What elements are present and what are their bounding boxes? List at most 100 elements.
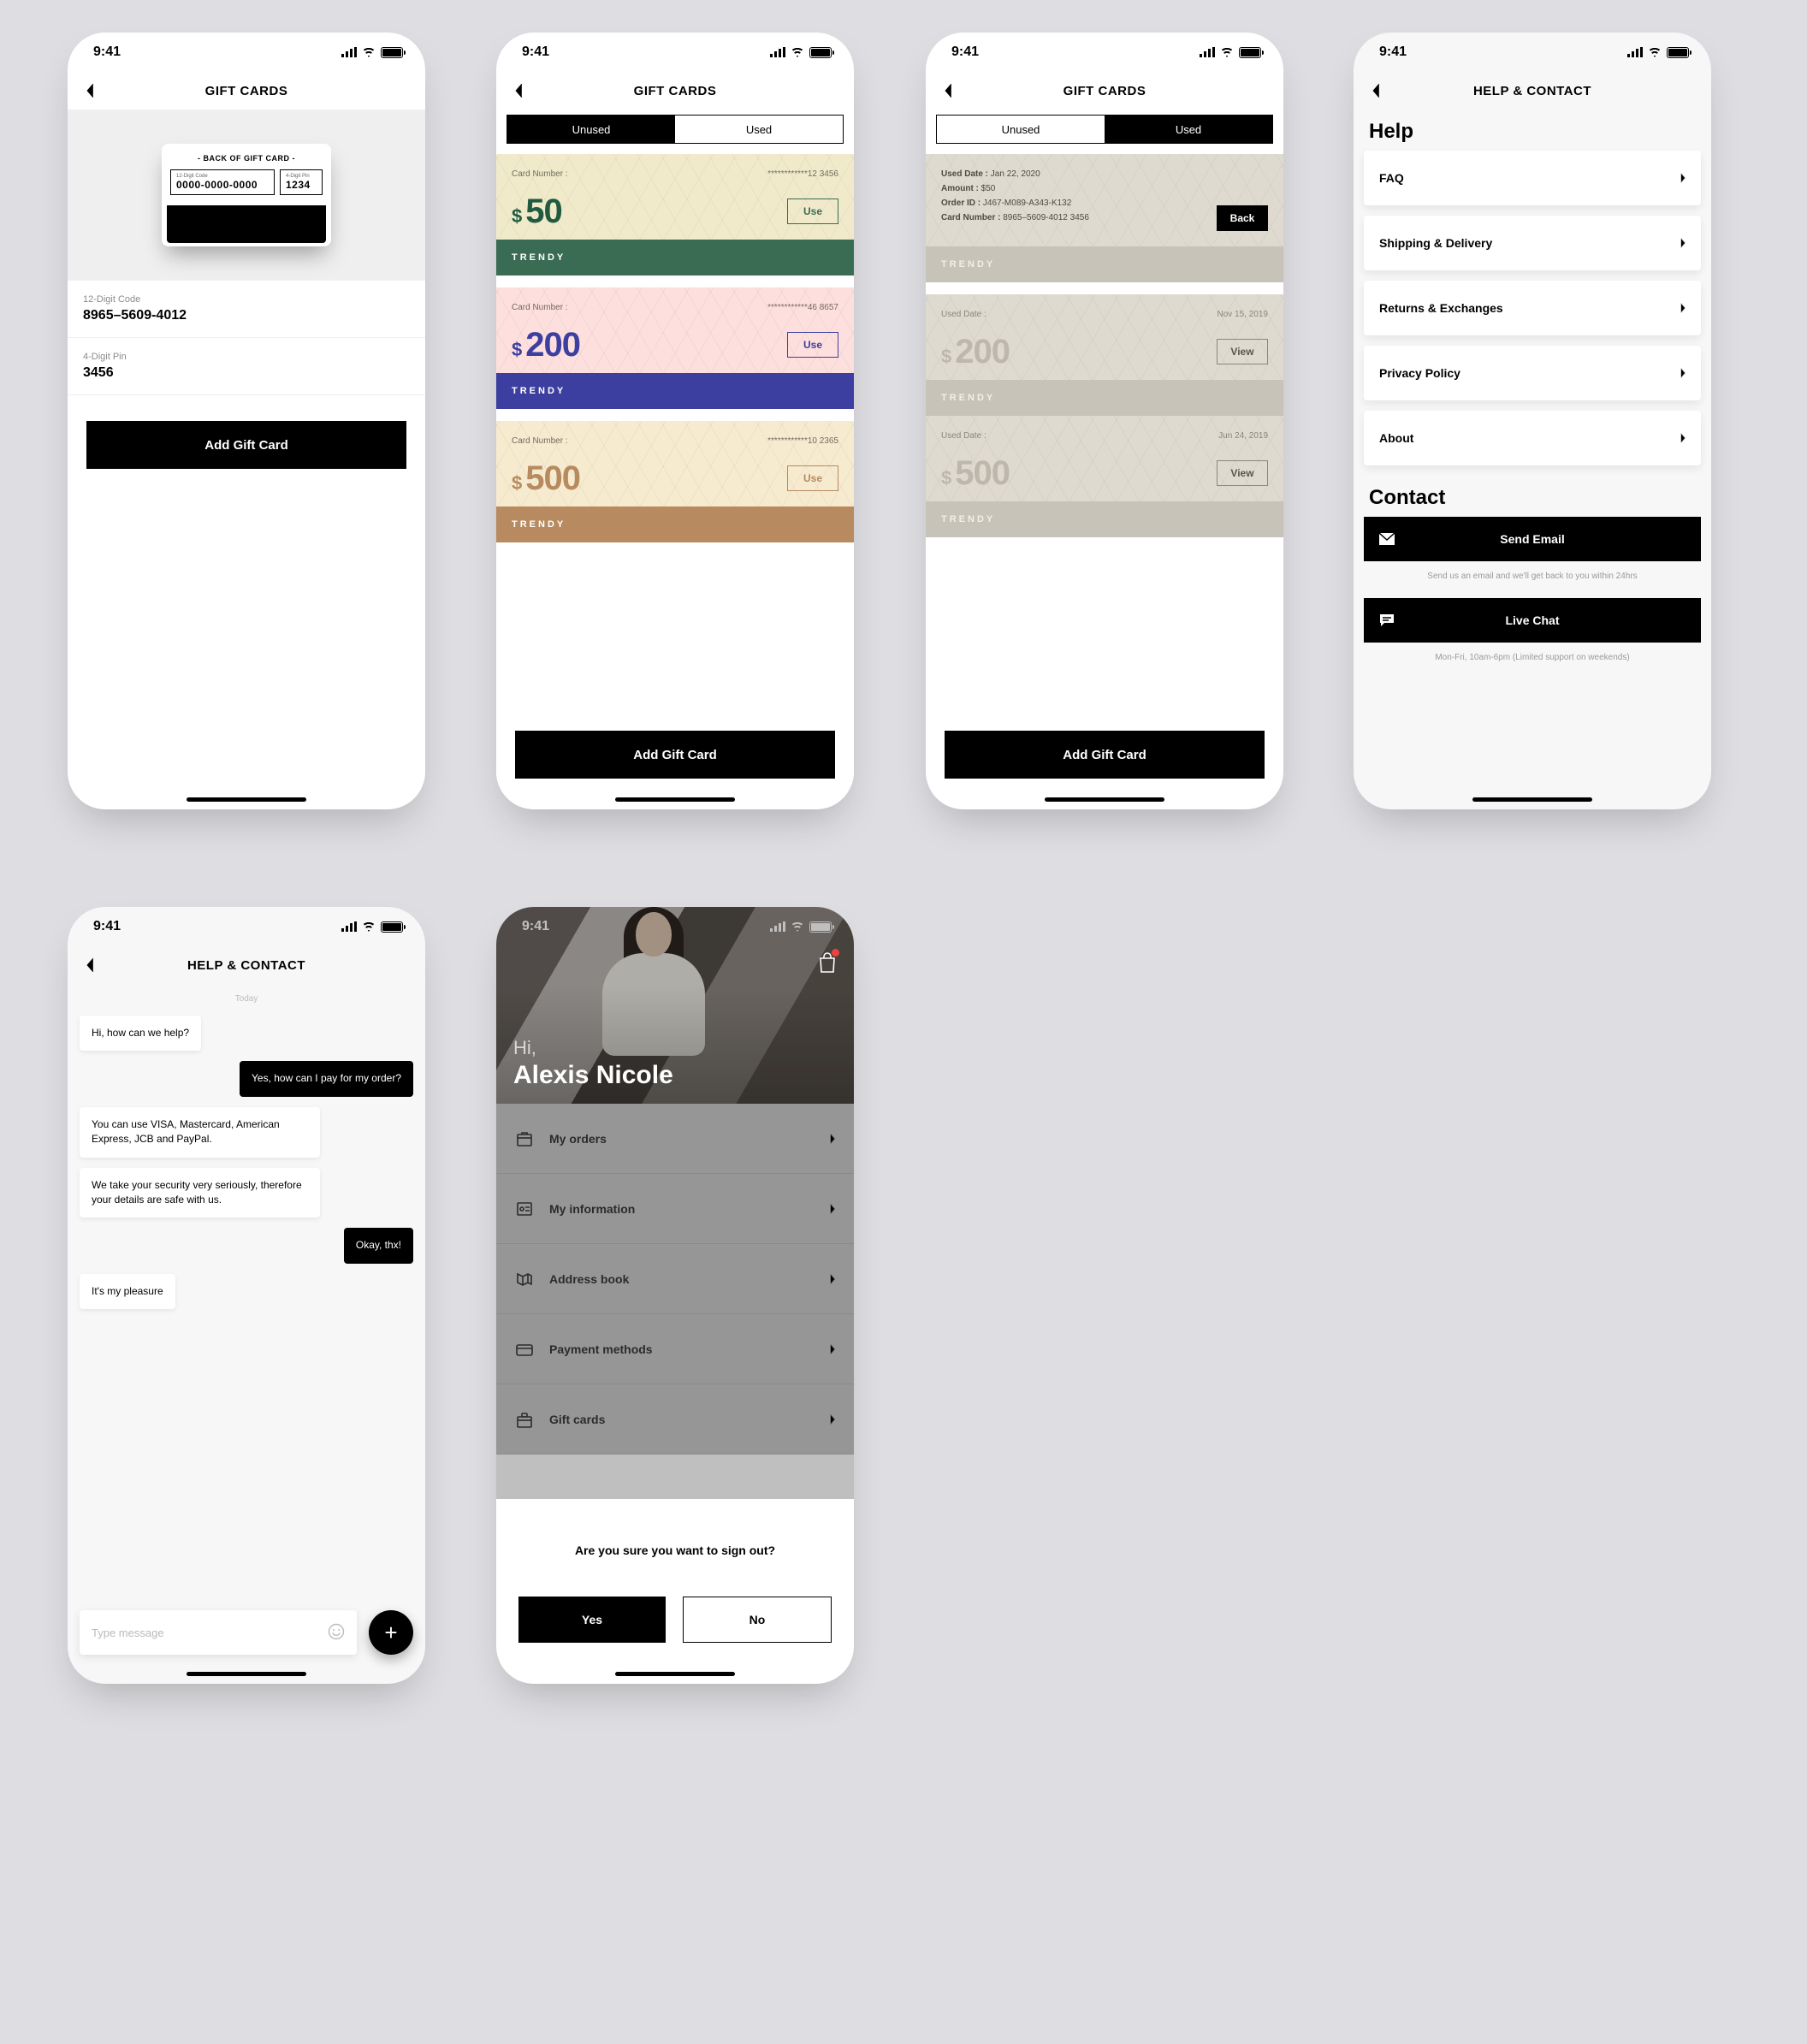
status-bar: 9:41: [926, 33, 1283, 72]
code-field[interactable]: 12-Digit Code 8965–5609-4012: [68, 281, 425, 338]
clock: 9:41: [93, 44, 121, 60]
home-indicator[interactable]: [615, 1672, 735, 1676]
back-button[interactable]: [80, 955, 100, 975]
chevron-right-icon: [1680, 367, 1687, 379]
card-back-preview: - BACK OF GIFT CARD - 12-Digit Code0000-…: [68, 110, 425, 281]
tab-unused[interactable]: Unused: [937, 116, 1105, 143]
gift-card: Card Number :************12 3456$50UseTR…: [496, 154, 854, 275]
signout-question: Are you sure you want to sign out?: [518, 1543, 832, 1557]
chevron-right-icon: [1680, 302, 1687, 314]
help-row[interactable]: Returns & Exchanges: [1364, 281, 1701, 335]
send-button[interactable]: +: [369, 1610, 413, 1655]
chat-icon: [1379, 613, 1395, 627]
view-button[interactable]: View: [1217, 339, 1268, 364]
user-name: Alexis Nicole: [513, 1061, 837, 1090]
pin-value: 3456: [83, 365, 410, 381]
chevron-right-icon: [1680, 432, 1687, 444]
page-title: GIFT CARDS: [1063, 84, 1146, 98]
help-row[interactable]: Privacy Policy: [1364, 346, 1701, 400]
gift-card-used: Used Date :Jun 24, 2019$500ViewTRENDY: [926, 416, 1283, 537]
cart-button[interactable]: [818, 951, 837, 978]
help-heading: Help: [1354, 110, 1711, 151]
brand-band: TRENDY: [496, 373, 854, 409]
message-incoming: Hi, how can we help?: [80, 1016, 201, 1051]
brand-band: TRENDY: [496, 507, 854, 542]
card-amount: 50: [525, 193, 562, 231]
home-indicator[interactable]: [1472, 797, 1592, 802]
add-gift-card-button[interactable]: Add Gift Card: [86, 421, 406, 469]
back-button[interactable]: [80, 80, 100, 101]
brand-band: TRENDY: [926, 380, 1283, 416]
date-separator: Today: [80, 994, 413, 1004]
wifi-icon: [362, 47, 376, 57]
use-button[interactable]: Use: [787, 465, 838, 491]
status-bar: 9:41: [1354, 33, 1711, 72]
back-button[interactable]: [508, 80, 529, 101]
live-chat-button[interactable]: Live Chat: [1364, 598, 1701, 643]
chevron-right-icon: [1680, 237, 1687, 249]
tab-unused[interactable]: Unused: [507, 116, 675, 143]
add-gift-card-button[interactable]: Add Gift Card: [945, 731, 1265, 779]
row-label: FAQ: [1379, 171, 1404, 185]
back-card-button[interactable]: Back: [1217, 205, 1268, 231]
home-indicator[interactable]: [187, 1672, 306, 1676]
back-button[interactable]: [1366, 80, 1386, 101]
page-title: GIFT CARDS: [634, 84, 717, 98]
use-button[interactable]: Use: [787, 198, 838, 224]
home-indicator[interactable]: [1045, 797, 1164, 802]
segment-control: Unused Used: [507, 115, 844, 144]
card-amount: 500: [955, 454, 1010, 493]
card-number: ************46 8657: [767, 303, 838, 312]
help-row[interactable]: FAQ: [1364, 151, 1701, 205]
card-amount: 200: [525, 326, 580, 364]
message-incoming: It's my pleasure: [80, 1274, 175, 1309]
yes-button[interactable]: Yes: [518, 1597, 666, 1643]
navbar: GIFT CARDS: [68, 72, 425, 110]
emoji-icon[interactable]: [328, 1623, 345, 1643]
used-date: Jun 24, 2019: [1218, 431, 1268, 441]
help-row[interactable]: About: [1364, 411, 1701, 465]
message-outgoing: Okay, thx!: [344, 1228, 413, 1263]
row-label: Privacy Policy: [1379, 366, 1460, 380]
pin-field[interactable]: 4-Digit Pin 3456: [68, 338, 425, 395]
brand-band: TRENDY: [926, 246, 1283, 282]
no-button[interactable]: No: [683, 1597, 832, 1643]
card-back-label: - BACK OF GIFT CARD -: [198, 154, 295, 163]
brand-band: TRENDY: [496, 240, 854, 275]
chevron-right-icon: [1680, 172, 1687, 184]
brand-band: TRENDY: [926, 501, 1283, 537]
back-button[interactable]: [938, 80, 958, 101]
add-gift-card-button[interactable]: Add Gift Card: [515, 731, 835, 779]
message-outgoing: Yes, how can I pay for my order?: [240, 1061, 413, 1096]
segment-control: Unused Used: [936, 115, 1273, 144]
gift-card-used: Used Date :Nov 15, 2019$200ViewTRENDY: [926, 294, 1283, 416]
chat-caption: Mon-Fri, 10am-6pm (Limited support on we…: [1354, 643, 1711, 679]
message-incoming: We take your security very seriously, th…: [80, 1168, 320, 1218]
used-date: Nov 15, 2019: [1218, 310, 1269, 319]
view-button[interactable]: View: [1217, 460, 1268, 486]
use-button[interactable]: Use: [787, 332, 838, 358]
message-input[interactable]: Type message: [80, 1610, 357, 1655]
row-label: About: [1379, 431, 1413, 445]
card-amount: 500: [525, 459, 580, 498]
home-indicator[interactable]: [615, 797, 735, 802]
input-placeholder: Type message: [92, 1626, 164, 1639]
tab-used[interactable]: Used: [1105, 116, 1272, 143]
gift-card: Card Number :************46 8657$200UseT…: [496, 287, 854, 409]
row-label: Shipping & Delivery: [1379, 236, 1492, 250]
status-bar: 9:41: [68, 33, 425, 72]
help-row[interactable]: Shipping & Delivery: [1364, 216, 1701, 270]
code-value: 8965–5609-4012: [83, 308, 410, 323]
page-title: HELP & CONTACT: [1473, 84, 1591, 98]
gift-card-detail: Used Date : Jan 22, 2020 Amount : $50 Or…: [926, 154, 1283, 282]
home-indicator[interactable]: [187, 797, 306, 802]
card-number: ************10 2365: [767, 436, 838, 446]
tab-used[interactable]: Used: [675, 116, 843, 143]
greeting: Hi,: [513, 1037, 837, 1059]
card-number: ************12 3456: [767, 169, 838, 179]
card-amount: 200: [955, 333, 1010, 371]
email-caption: Send us an email and we'll get back to y…: [1354, 561, 1711, 598]
page-title: GIFT CARDS: [205, 84, 288, 98]
send-email-button[interactable]: Send Email: [1364, 517, 1701, 561]
contact-heading: Contact: [1354, 476, 1711, 517]
